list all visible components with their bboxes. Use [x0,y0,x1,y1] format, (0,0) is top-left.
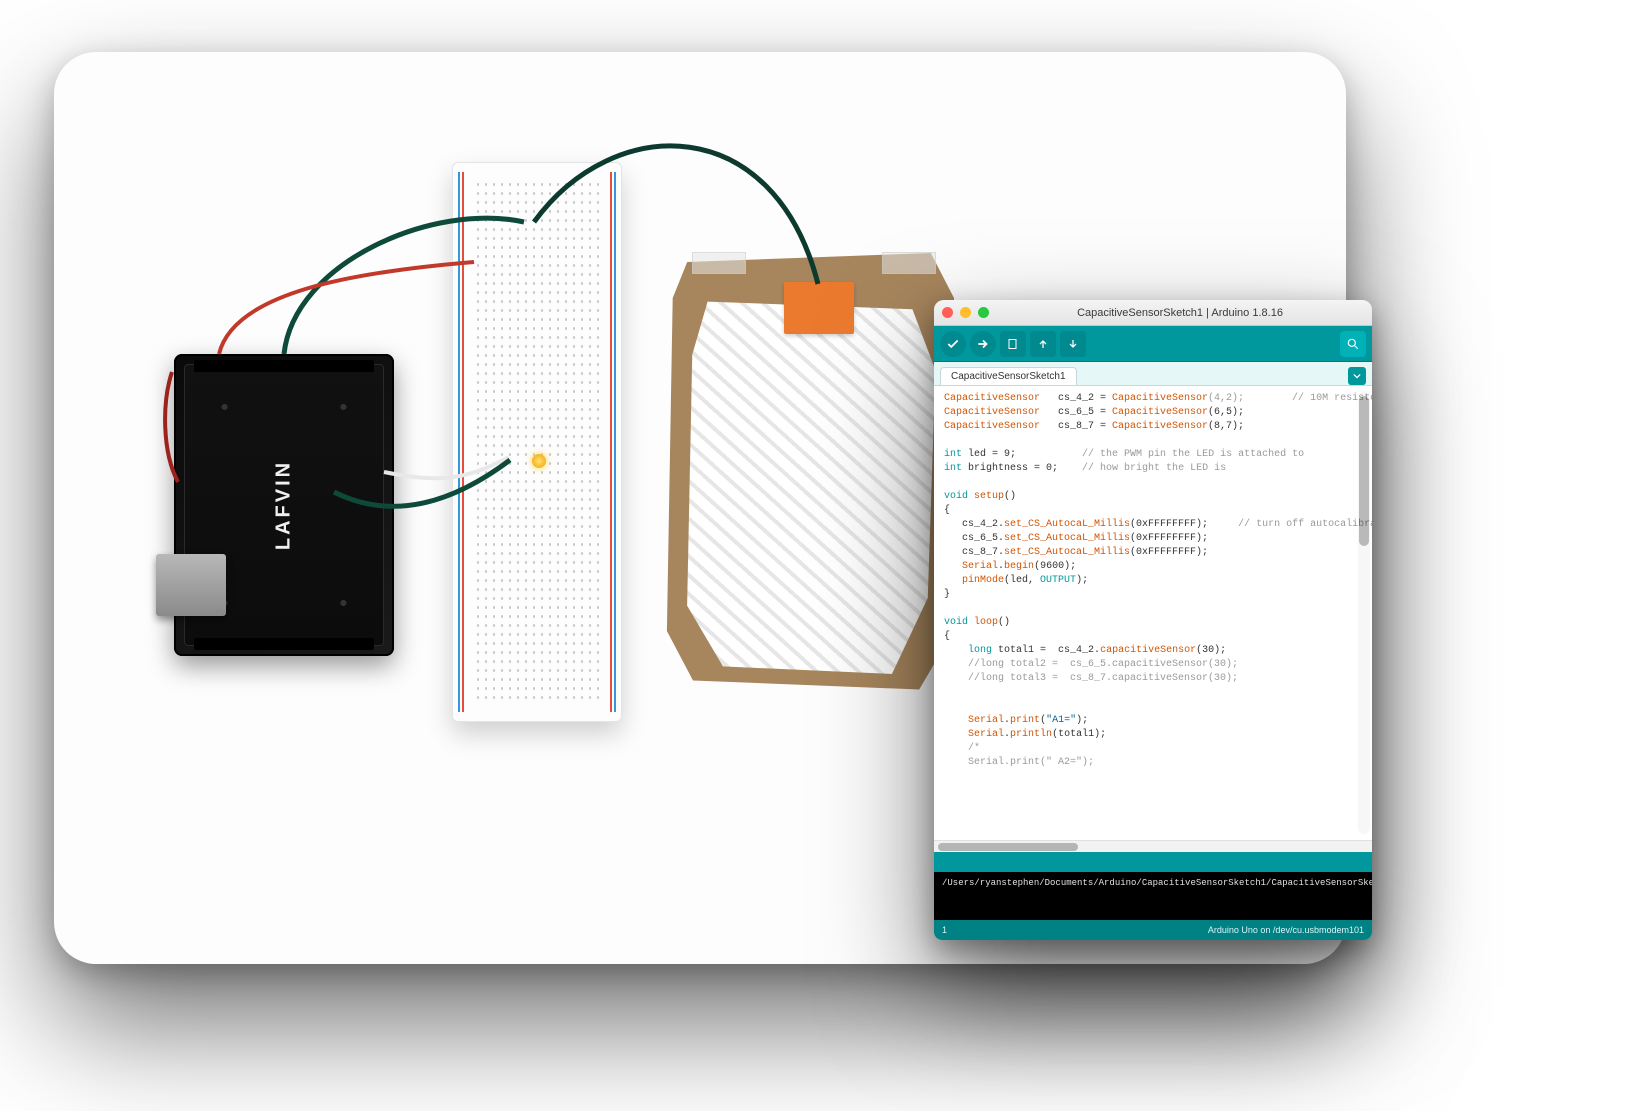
arrow-right-icon [976,337,990,351]
serial-monitor-button[interactable] [1340,331,1366,357]
console-divider [934,852,1372,872]
zoom-icon[interactable] [978,307,989,318]
scrollbar-thumb[interactable] [938,843,1078,851]
tape-orange [784,282,854,334]
arduino-board: LAFVIN [174,354,394,656]
code-editor[interactable]: CapacitiveSensor cs_4_2 = CapacitiveSens… [934,386,1372,840]
foil-sensor-pad [682,294,938,674]
sketch-tab[interactable]: CapacitiveSensorSketch1 [940,367,1077,385]
arrow-up-icon [1037,338,1049,350]
editor-horizontal-scrollbar[interactable] [934,840,1372,852]
breadboard-holes [474,180,600,704]
check-icon [946,337,960,351]
window-title: CapacitiveSensorSketch1 | Arduino 1.8.16 [996,307,1364,319]
open-sketch-button[interactable] [1030,331,1056,357]
tape-clear-left [692,252,746,274]
led-yellow [532,454,546,468]
arduino-ide-window: CapacitiveSensorSketch1 | Arduino 1.8.16… [934,300,1372,940]
status-bar: 1 Arduino Uno on /dev/cu.usbmodem101 [934,920,1372,940]
status-line-number: 1 [942,925,947,935]
close-icon[interactable] [942,307,953,318]
file-icon [1007,338,1019,350]
arduino-brand-label: LAFVIN [273,460,296,550]
status-board-port: Arduino Uno on /dev/cu.usbmodem101 [1208,925,1364,935]
verify-button[interactable] [940,331,966,357]
tab-menu-button[interactable] [1348,367,1366,385]
arrow-down-icon [1067,338,1079,350]
magnifier-icon [1346,337,1360,351]
minimize-icon[interactable] [960,307,971,318]
tape-clear-right [882,252,936,274]
arduino-pin-header-top [194,360,374,372]
upload-button[interactable] [970,331,996,357]
ide-toolbar [934,326,1372,362]
console-output[interactable]: /Users/ryanstephen/Documents/Arduino/Cap… [934,872,1372,920]
tab-bar: CapacitiveSensorSketch1 [934,362,1372,386]
breadboard [452,162,622,722]
scrollbar-thumb[interactable] [1359,396,1369,546]
new-sketch-button[interactable] [1000,331,1026,357]
editor-vertical-scrollbar[interactable] [1358,392,1370,834]
chevron-down-icon [1353,372,1361,380]
console-path: /Users/ryanstephen/Documents/Arduino/Cap… [942,878,1364,888]
save-sketch-button[interactable] [1060,331,1086,357]
usb-port [156,554,226,616]
window-titlebar[interactable]: CapacitiveSensorSketch1 | Arduino 1.8.16 [934,300,1372,326]
arduino-pin-header-bottom [194,638,374,650]
